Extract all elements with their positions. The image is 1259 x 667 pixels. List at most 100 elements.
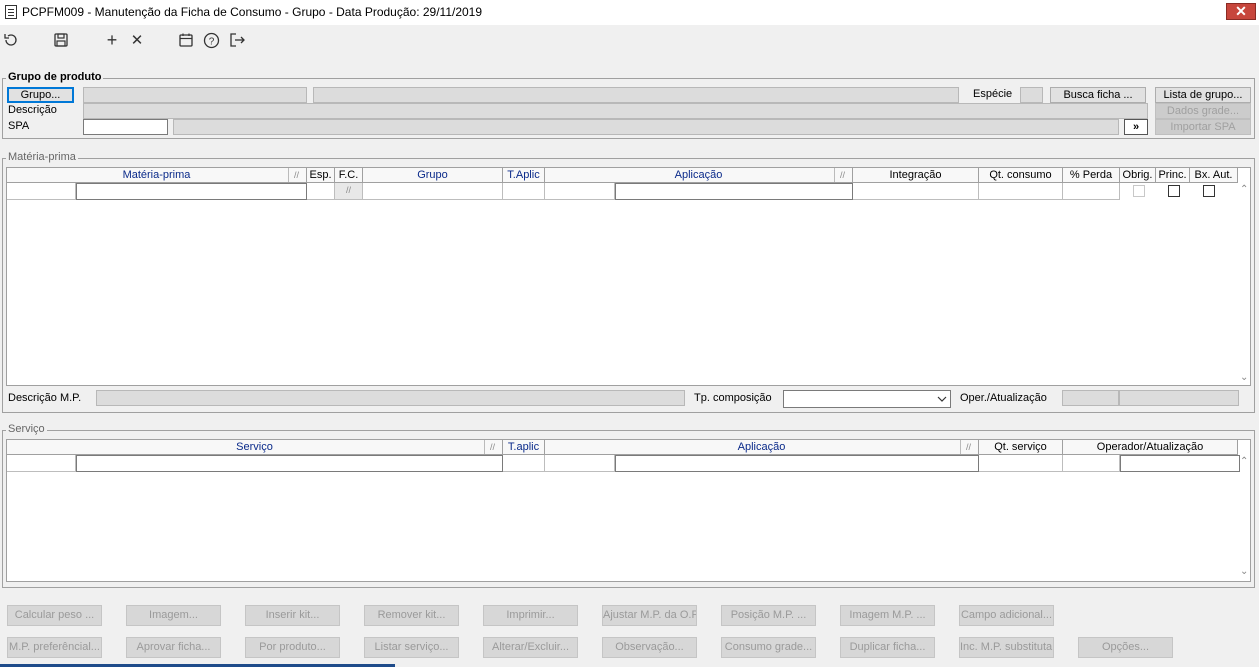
exit-icon[interactable] [228,31,246,49]
posicao-mp-button[interactable]: Posição M.P. ... [721,605,816,626]
cell-servico-name[interactable] [76,455,503,472]
dados-grade-button[interactable]: Dados grade... [1155,103,1251,119]
col-operador-atualizacao[interactable]: Operador/Atualização [1063,440,1238,455]
cell-mp-code[interactable] [7,183,76,200]
materia-prima-grid[interactable]: Matéria-prima// Esp. F.C. Grupo T.Aplic … [6,167,1251,386]
sort-icon[interactable]: // [288,168,304,182]
ajustar-mp-op-button[interactable]: Ajustar M.P. da O.P... [602,605,697,626]
campo-adicional-button[interactable]: Campo adicional... [959,605,1054,626]
col-aplicacao[interactable]: Aplicação// [545,440,979,455]
sort-icon[interactable]: // [484,440,500,454]
col-bx-aut[interactable]: Bx. Aut. [1190,168,1238,183]
cell-aplic-code[interactable] [545,183,615,200]
descricao-mp-field[interactable] [96,390,685,406]
busca-ficha-button[interactable]: Busca ficha ... [1050,87,1146,103]
grupo-name-field[interactable] [313,87,959,103]
col-qt-servico[interactable]: Qt. serviço [979,440,1063,455]
servico-grid[interactable]: Serviço// T.aplic Aplicação// Qt. serviç… [6,439,1251,582]
lista-grupo-button[interactable]: Lista de grupo... [1155,87,1251,103]
cell-esp[interactable] [307,183,335,200]
cell-fc-button[interactable]: // [335,183,363,200]
delete-icon[interactable]: ✕ [128,31,146,49]
col-materia-prima[interactable]: Matéria-prima// [7,168,307,183]
por-produto-button[interactable]: Por produto... [245,637,340,658]
cell-t-aplic[interactable] [503,455,545,472]
col-t-aplic[interactable]: T.aplic [503,440,545,455]
col-integracao[interactable]: Integração [853,168,979,183]
cell-aplic-code[interactable] [545,455,615,472]
close-button[interactable]: ✕ [1226,3,1256,20]
cell-operador[interactable] [1063,455,1120,472]
col-fc[interactable]: F.C. [335,168,363,183]
cell-integracao[interactable] [853,183,979,200]
cell-atualizacao[interactable] [1120,455,1240,472]
scroll-down-icon[interactable]: ⌄ [1240,372,1248,383]
col-qt-consumo[interactable]: Qt. consumo [979,168,1063,183]
sort-icon[interactable]: // [834,168,850,182]
col-servico[interactable]: Serviço// [7,440,503,455]
inserir-kit-button[interactable]: Inserir kit... [245,605,340,626]
listar-servico-button[interactable]: Listar serviço... [364,637,459,658]
title-bar: PCPFM009 - Manutenção da Ficha de Consum… [0,0,1259,25]
duplicar-ficha-button[interactable]: Duplicar ficha... [840,637,935,658]
col-princ[interactable]: Princ. [1156,168,1190,183]
bx-aut-checkbox[interactable] [1203,185,1215,197]
spa-expand-button[interactable]: » [1124,119,1148,135]
princ-checkbox[interactable] [1168,185,1180,197]
cell-aplic-name[interactable] [615,183,853,200]
inc-mp-substituta-button[interactable]: Inc. M.P. substituta... [959,637,1054,658]
calendar-icon[interactable] [177,31,195,49]
descricao-mp-label: Descrição M.P. [8,392,82,404]
grupo-produto-legend: Grupo de produto [6,71,104,83]
imagem-button[interactable]: Imagem... [126,605,221,626]
col-aplicacao[interactable]: Aplicação// [545,168,853,183]
importar-spa-button[interactable]: Importar SPA [1155,119,1251,135]
col-esp[interactable]: Esp. [307,168,335,183]
alterar-excluir-button[interactable]: Alterar/Excluir... [483,637,578,658]
oper-field[interactable] [1062,390,1119,406]
opcoes-button[interactable]: Opções... [1078,637,1173,658]
chevron-down-icon [937,396,947,402]
atualizacao-field[interactable] [1119,390,1239,406]
scroll-down-icon[interactable]: ⌄ [1240,566,1248,577]
save-icon[interactable] [52,31,70,49]
spa-field[interactable] [83,119,168,135]
cell-grupo[interactable] [363,183,503,200]
add-icon[interactable]: + [103,30,121,50]
scroll-up-icon[interactable]: ⌃ [1240,456,1248,467]
cell-t-aplic[interactable] [503,183,545,200]
cell-aplic-name[interactable] [615,455,979,472]
cell-perda[interactable] [1063,183,1120,200]
descricao-field[interactable] [83,103,1148,119]
observacao-button[interactable]: Observação... [602,637,697,658]
col-grupo[interactable]: Grupo [363,168,503,183]
cell-qt-servico[interactable] [979,455,1063,472]
refresh-icon[interactable] [2,31,20,49]
imprimir-button[interactable]: Imprimir... [483,605,578,626]
oper-atualizacao-label: Oper./Atualização [960,392,1047,404]
window-title: PCPFM009 - Manutenção da Ficha de Consum… [22,5,483,19]
consumo-grade-button[interactable]: Consumo grade... [721,637,816,658]
col-obrig[interactable]: Obrig. [1120,168,1156,183]
mp-preferencial-button[interactable]: M.P. preferêncial... [7,637,102,658]
cell-qt-consumo[interactable] [979,183,1063,200]
especie-field[interactable] [1020,87,1043,103]
imagem-mp-button[interactable]: Imagem M.P. ... [840,605,935,626]
spa-description-field[interactable] [173,119,1119,135]
remover-kit-button[interactable]: Remover kit... [364,605,459,626]
descricao-label: Descrição [8,104,57,116]
aprovar-ficha-button[interactable]: Aprovar ficha... [126,637,221,658]
servico-legend: Serviço [6,423,47,435]
obrig-checkbox[interactable] [1133,185,1145,197]
sort-icon[interactable]: // [960,440,976,454]
tp-composicao-select[interactable] [783,390,951,408]
grupo-button[interactable]: Grupo... [7,87,74,103]
grupo-code-field[interactable] [83,87,307,103]
col-t-aplic[interactable]: T.Aplic [503,168,545,183]
cell-servico-code[interactable] [7,455,76,472]
cell-mp-name[interactable] [76,183,307,200]
scroll-up-icon[interactable]: ⌃ [1240,184,1248,195]
col-perda[interactable]: % Perda [1063,168,1120,183]
calcular-peso-button[interactable]: Calcular peso ... [7,605,102,626]
help-icon[interactable]: ? [202,31,220,49]
